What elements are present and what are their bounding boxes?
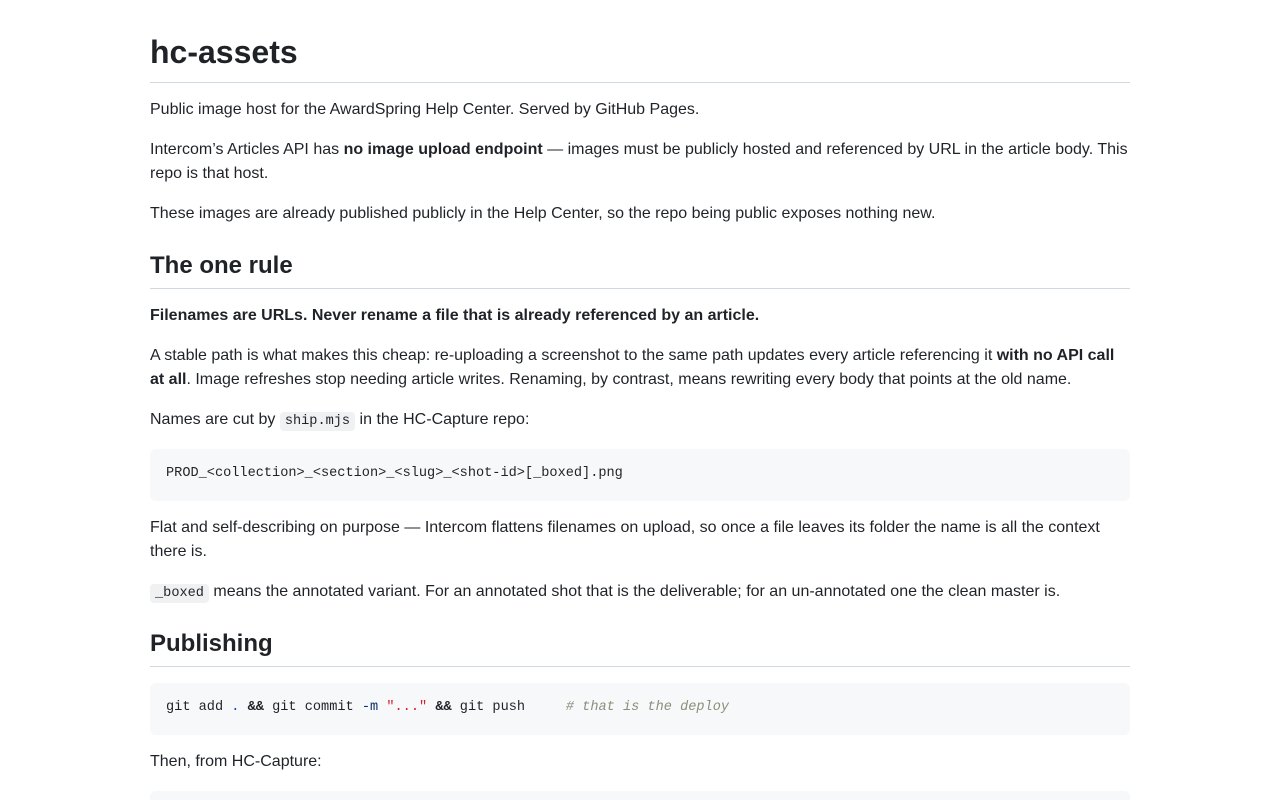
rule-statement-text: Filenames are URLs. Never rename a file … bbox=[150, 307, 760, 324]
inline-code-ship: ship.mjs bbox=[279, 412, 356, 431]
inline-code-boxed: _boxed bbox=[150, 584, 209, 603]
section-heading-publishing: Publishing bbox=[150, 630, 273, 657]
boxed-paragraph: _boxed means the annotated variant. For … bbox=[150, 580, 1130, 606]
intro-paragraph-2: Intercom’s Articles API has no image upl… bbox=[150, 138, 1130, 186]
next-code-block[interactable] bbox=[150, 791, 1130, 800]
intro-text: Intercom’s Articles API has bbox=[150, 141, 344, 158]
code-token: "..." bbox=[386, 700, 428, 715]
rule-statement: Filenames are URLs. Never rename a file … bbox=[150, 304, 1130, 328]
paragraph-text: . Image refreshes stop needing article w… bbox=[186, 371, 1072, 388]
code-comment: # that is the deploy bbox=[565, 700, 730, 715]
paragraph-text: A stable path is what makes this cheap: … bbox=[150, 347, 997, 364]
code-token: git commit bbox=[263, 700, 362, 715]
publish-command-code-block[interactable]: git add . && git commit -m "..." && git … bbox=[150, 683, 1130, 735]
code-token: -m bbox=[361, 700, 379, 715]
pattern-code: PROD_<collection>_<section>_<slug>_<shot… bbox=[166, 466, 623, 481]
code-token: && bbox=[435, 700, 452, 715]
code-token: . bbox=[231, 700, 240, 715]
code-token: git add bbox=[166, 700, 232, 715]
flat-paragraph: Flat and self-describing on purpose — In… bbox=[150, 519, 1100, 560]
names-paragraph: Names are cut by ship.mjs in the HC-Capt… bbox=[150, 408, 1130, 434]
code-token: && bbox=[247, 700, 264, 715]
section-divider bbox=[150, 288, 1130, 289]
section-heading-one-rule: The one rule bbox=[150, 252, 293, 279]
code-token: git push bbox=[451, 700, 526, 715]
page-title: hc-assets bbox=[150, 34, 298, 70]
then-paragraph: Then, from HC-Capture: bbox=[150, 753, 322, 770]
paragraph-text: means the annotated variant. For an anno… bbox=[208, 583, 1061, 600]
paragraph-text: in the HC-Capture repo: bbox=[355, 411, 530, 428]
section-divider bbox=[150, 666, 1130, 667]
paragraph-text: Names are cut by bbox=[150, 411, 280, 428]
intro-paragraph-1: Public image host for the AwardSpring He… bbox=[150, 101, 700, 118]
stable-path-paragraph: A stable path is what makes this cheap: … bbox=[150, 344, 1130, 392]
title-divider bbox=[150, 82, 1130, 83]
intro-paragraph-3: These images are already published publi… bbox=[150, 205, 936, 222]
intro-emphasis: no image upload endpoint bbox=[343, 141, 543, 158]
filename-pattern-code-block[interactable]: PROD_<collection>_<section>_<slug>_<shot… bbox=[150, 449, 1130, 501]
